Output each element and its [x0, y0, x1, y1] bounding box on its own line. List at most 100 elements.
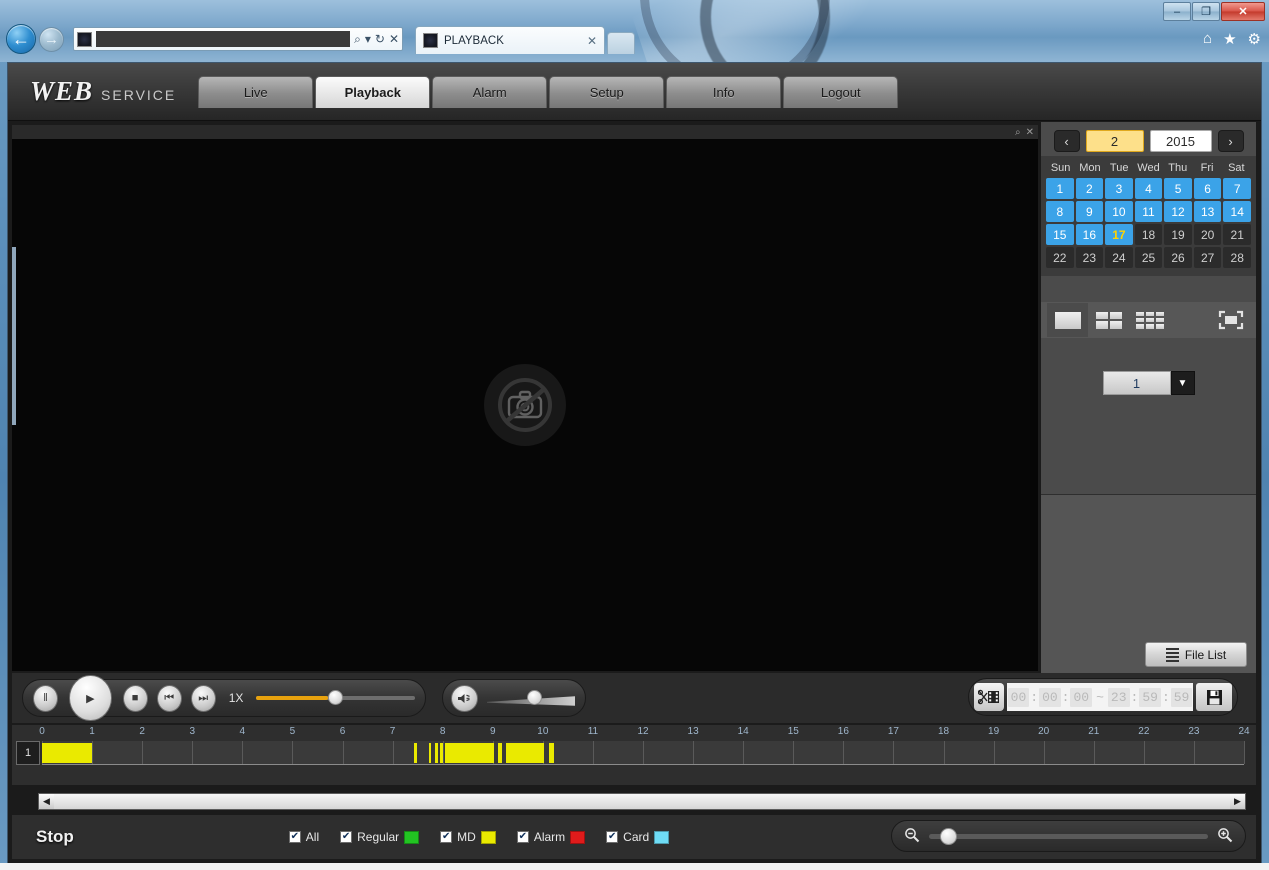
calendar-day-11[interactable]: 11: [1134, 201, 1163, 222]
calendar-next-button[interactable]: ›: [1217, 130, 1244, 152]
calendar-prev-button[interactable]: ‹: [1053, 130, 1080, 152]
calendar-year-field[interactable]: 2015: [1149, 130, 1212, 152]
layout-1-window-button[interactable]: [1047, 303, 1088, 337]
calendar-day-24[interactable]: 24: [1105, 247, 1133, 268]
timeline-record-segment[interactable]: [428, 743, 431, 763]
zoom-in-icon[interactable]: [1217, 827, 1233, 846]
nav-tab-playback[interactable]: Playback: [315, 75, 431, 108]
video-canvas[interactable]: [12, 139, 1038, 671]
checkbox-all[interactable]: ✔: [288, 831, 301, 843]
close-window-button[interactable]: ✕: [1221, 2, 1265, 21]
calendar-day-8[interactable]: 8: [1046, 201, 1074, 222]
calendar-day-5[interactable]: 5: [1164, 178, 1192, 199]
calendar-day-19[interactable]: 19: [1164, 224, 1192, 245]
timeline-record-segment[interactable]: [497, 743, 502, 763]
calendar-day-25[interactable]: 25: [1134, 247, 1163, 268]
calendar-day-14[interactable]: 14: [1223, 201, 1251, 222]
checkbox-md[interactable]: ✔: [440, 831, 453, 843]
clip-start-minute[interactable]: 00: [1039, 687, 1061, 707]
clip-end-hour[interactable]: 23: [1107, 687, 1130, 707]
nav-tab-logout[interactable]: Logout: [783, 75, 899, 108]
channel-dropdown[interactable]: 1 ▼: [1102, 371, 1195, 395]
calendar-day-9[interactable]: 9: [1075, 201, 1104, 222]
calendar-day-20[interactable]: 20: [1193, 224, 1222, 245]
timeline-record-segment[interactable]: [506, 743, 544, 763]
legend-item-all[interactable]: ✔ All: [288, 830, 319, 844]
checkbox-card[interactable]: ✔: [606, 831, 619, 843]
calendar-day-18[interactable]: 18: [1134, 224, 1163, 245]
clip-start-hour[interactable]: 00: [1007, 687, 1030, 707]
scroll-left-button[interactable]: ◀: [39, 794, 54, 809]
home-icon[interactable]: ⌂: [1203, 30, 1212, 48]
timeline-record-segment[interactable]: [548, 743, 554, 763]
nav-tab-alarm[interactable]: Alarm: [432, 75, 548, 108]
new-tab-button[interactable]: [607, 32, 635, 54]
speaker-icon[interactable]: [451, 684, 478, 712]
clip-end-minute[interactable]: 59: [1139, 687, 1161, 707]
zoom-slider-handle[interactable]: [940, 827, 958, 845]
nav-tab-setup[interactable]: Setup: [549, 75, 665, 108]
clip-end-second[interactable]: 59: [1170, 687, 1193, 707]
timeline-record-segment[interactable]: [440, 743, 443, 763]
layout-4-window-button[interactable]: [1088, 303, 1129, 337]
playback-speed-slider[interactable]: [256, 690, 415, 705]
calendar-day-4[interactable]: 4: [1134, 178, 1163, 199]
gear-icon[interactable]: ⚙: [1248, 30, 1261, 48]
back-button[interactable]: ←: [6, 24, 36, 54]
chevron-down-icon[interactable]: ▼: [1170, 371, 1195, 395]
calendar-day-7[interactable]: 7: [1223, 178, 1251, 199]
calendar-day-12[interactable]: 12: [1164, 201, 1192, 222]
calendar-day-27[interactable]: 27: [1193, 247, 1222, 268]
speed-slider-handle[interactable]: [327, 690, 343, 705]
play-button[interactable]: ▶: [69, 675, 112, 721]
forward-button[interactable]: →: [39, 26, 64, 52]
file-list-button[interactable]: File List: [1145, 642, 1247, 667]
clip-start-second[interactable]: 00: [1070, 687, 1093, 707]
calendar-month-field[interactable]: 2: [1085, 130, 1144, 152]
close-icon[interactable]: ✕: [587, 34, 597, 48]
calendar-day-2[interactable]: 2: [1075, 178, 1104, 199]
calendar-day-3[interactable]: 3: [1105, 178, 1133, 199]
save-clip-button[interactable]: [1196, 683, 1232, 711]
favorites-star-icon[interactable]: ★: [1223, 30, 1236, 48]
timeline-record-segment[interactable]: [434, 743, 438, 763]
refresh-icon[interactable]: ↻: [375, 32, 385, 46]
maximize-button[interactable]: ❐: [1192, 2, 1220, 21]
calendar-day-6[interactable]: 6: [1193, 178, 1222, 199]
zoom-out-icon[interactable]: [904, 827, 920, 846]
nav-tab-live[interactable]: Live: [198, 75, 314, 108]
calendar-day-15[interactable]: 15: [1046, 224, 1074, 245]
fullscreen-button[interactable]: [1210, 303, 1251, 337]
stop-loading-icon[interactable]: ✕: [389, 32, 399, 46]
address-input[interactable]: [96, 31, 351, 47]
chevron-down-icon[interactable]: ▾: [365, 32, 371, 46]
checkbox-alarm[interactable]: ✔: [516, 831, 529, 843]
calendar-day-26[interactable]: 26: [1164, 247, 1192, 268]
calendar-day-10[interactable]: 10: [1105, 201, 1133, 222]
timeline-record-segment[interactable]: [413, 743, 417, 763]
calendar-day-1[interactable]: 1: [1046, 178, 1074, 199]
timeline-scrollbar[interactable]: ◀ ▶: [38, 793, 1246, 810]
digital-zoom-icon[interactable]: ⌕: [1015, 127, 1021, 138]
calendar-day-17[interactable]: 17: [1105, 224, 1133, 245]
legend-item-alarm[interactable]: ✔ Alarm: [516, 830, 586, 844]
video-clip-icon[interactable]: [974, 683, 1004, 711]
next-frame-button[interactable]: ⏭: [190, 684, 216, 712]
nav-tab-info[interactable]: Info: [666, 75, 782, 108]
timeline-zoom-slider[interactable]: [929, 827, 1208, 845]
checkbox-regular[interactable]: ✔: [340, 831, 353, 843]
calendar-day-23[interactable]: 23: [1075, 247, 1104, 268]
address-bar[interactable]: ⌕ ▾ ↻ ✕: [73, 27, 403, 51]
calendar-day-16[interactable]: 16: [1075, 224, 1104, 245]
legend-item-md[interactable]: ✔ MD: [440, 830, 496, 844]
previous-frame-button[interactable]: ⏮: [156, 684, 182, 712]
layout-9-window-button[interactable]: [1129, 303, 1170, 337]
legend-item-card[interactable]: ✔ Card: [606, 830, 670, 844]
stop-button[interactable]: ■: [122, 684, 148, 712]
calendar-day-21[interactable]: 21: [1223, 224, 1251, 245]
close-icon[interactable]: ✕: [1026, 127, 1034, 138]
timeline-track-channel-1[interactable]: [42, 741, 1245, 765]
legend-item-regular[interactable]: ✔ Regular: [340, 830, 420, 844]
tab-playback[interactable]: PLAYBACK ✕: [415, 26, 605, 54]
search-icon[interactable]: ⌕: [354, 32, 361, 47]
